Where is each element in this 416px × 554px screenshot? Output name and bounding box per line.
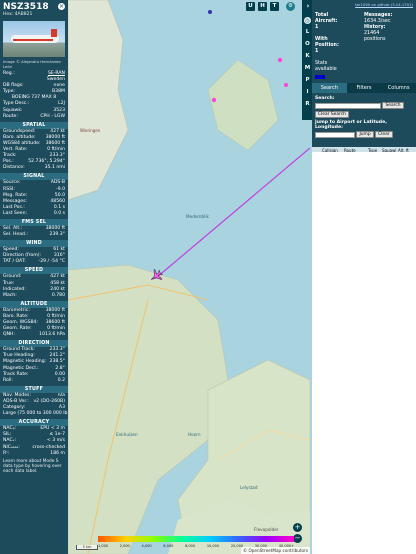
tab-columns[interactable]: Columns xyxy=(381,83,416,93)
info-row-spatial-6: Distance: 35.1 nmi xyxy=(3,165,65,171)
aircraft-list-panel: tar1090 on github (3.14.1701) Total Airc… xyxy=(312,0,416,554)
info-row-signal-5: Last Seen: 0.0 s xyxy=(3,210,65,216)
tab-filters[interactable]: Filters xyxy=(347,83,382,93)
map-view[interactable]: Wieringen Medemblik Enkhuizen Lelystad F… xyxy=(68,0,310,554)
info-row-direction-5: Roll: 0.2 xyxy=(3,377,65,383)
aircraft-info-panel: NSZ3518 Hex: 4AB821 × Image © Alejandro … xyxy=(0,0,68,554)
map-button-r[interactable]: R xyxy=(303,100,312,109)
map-canvas[interactable] xyxy=(68,0,310,554)
info-row-wind-2: TAT / OAT: -29 / -54 °C xyxy=(3,259,65,265)
map-label-wieringen: Wieringen xyxy=(80,128,101,133)
clear-search-button[interactable]: Clear Search xyxy=(315,111,349,118)
search-button[interactable]: Search xyxy=(382,102,404,109)
section-fms: FMS SEL xyxy=(0,218,68,226)
jump-button[interactable]: Jump xyxy=(356,131,374,138)
footer-note: Learn more about Mode S data type by hov… xyxy=(3,458,62,475)
map-button-o[interactable]: O xyxy=(303,40,312,49)
jump-input[interactable] xyxy=(315,131,355,138)
settings-icon[interactable]: ⚙ xyxy=(286,2,295,11)
hex-code: Hex: 4AB821 xyxy=(3,12,33,17)
map-attribution[interactable]: © OpenStreetMap contributors xyxy=(240,547,310,554)
clear-jump-button[interactable]: Clear xyxy=(375,131,393,138)
map-button-m[interactable]: M xyxy=(303,64,312,73)
map-scale: 5 km xyxy=(76,545,98,550)
zoom-in-button[interactable]: + xyxy=(293,523,302,532)
section-spatial: SPATIAL xyxy=(0,121,68,129)
panel-tabs: Search Filters Columns xyxy=(312,83,416,93)
map-button-p[interactable]: P xyxy=(303,76,312,85)
info-row-fms-1: Sel. Head.: 239.3° xyxy=(3,232,65,238)
section-stuff: STUFF xyxy=(0,385,68,393)
stats-block: Total Aircraft: 1 With Position: 1 Stats… xyxy=(315,13,393,73)
aircraft-photo[interactable] xyxy=(3,21,65,57)
close-icon[interactable]: × xyxy=(58,3,65,10)
aircraft-header: NSZ3518 Hex: 4AB821 xyxy=(0,0,68,19)
info-row-route: Route: CPH - LGW xyxy=(3,113,65,119)
map-button-i[interactable]: I xyxy=(303,88,312,97)
map-button-h[interactable]: H xyxy=(258,2,267,11)
stats-indicator xyxy=(315,75,325,79)
altitude-color-bar xyxy=(98,536,294,542)
tab-search[interactable]: Search xyxy=(312,83,347,93)
zoom-out-button[interactable]: − xyxy=(293,534,302,543)
map-label-medemblik: Medemblik xyxy=(186,214,209,219)
info-sections: SPATIAL Groundspeed: 427 kt Baro. altitude:… xyxy=(0,121,68,457)
list-empty-area xyxy=(312,152,416,554)
center-icon[interactable]: ◎ xyxy=(303,16,312,25)
info-row-speed-3: Mach: 0.780 xyxy=(3,292,65,298)
search-input[interactable] xyxy=(315,102,381,109)
callsign: NSZ3518 xyxy=(3,2,49,12)
map-button-l[interactable]: L xyxy=(303,28,312,37)
section-altitude: ALTITUDE xyxy=(0,300,68,308)
map-label-hoorn: Hoorn xyxy=(188,432,201,437)
map-label-lelystad: Lelystad xyxy=(240,485,258,490)
map-button-k[interactable]: K xyxy=(303,52,312,61)
search-section: Search: Search Clear Search Jump to Airp… xyxy=(312,93,416,141)
stats-available[interactable]: Stats available xyxy=(315,61,340,73)
version-link[interactable]: tar1090 on github (3.14.1701) xyxy=(315,2,413,7)
map-label-flevopolder: Flevopolder xyxy=(254,527,279,532)
app-root: NSZ3518 Hex: 4AB821 × Image © Alejandro … xyxy=(0,0,416,554)
map-label-enkhuizen: Enkhuizen xyxy=(116,432,138,437)
info-row-altitude-4: QNH: 1013.6 hPa xyxy=(3,332,65,338)
map-button-t[interactable]: T xyxy=(270,2,279,11)
map-button-u[interactable]: U xyxy=(246,2,255,11)
photo-credit: Image © Alejandro Hernández León xyxy=(3,59,61,69)
category-description: Large (75 000 to 300 000 lb) xyxy=(3,411,68,417)
